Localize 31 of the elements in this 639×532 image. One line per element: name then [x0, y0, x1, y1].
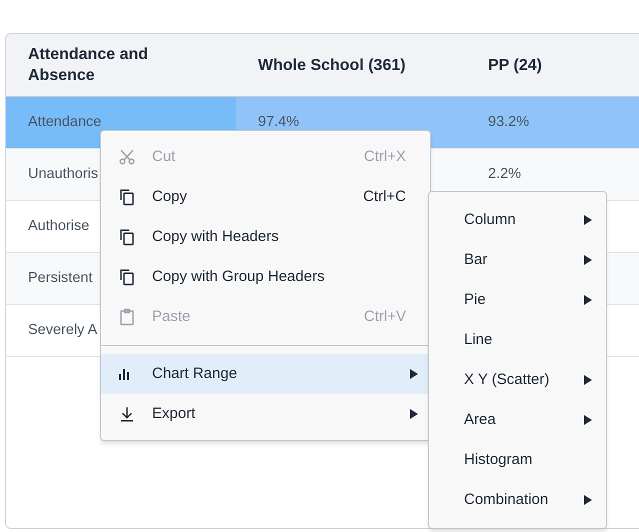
copy-icon: [118, 268, 136, 286]
table-cell-text: 2.2%: [488, 164, 522, 184]
column-header[interactable]: Whole School (361): [236, 34, 466, 96]
scissors-icon: [118, 148, 136, 166]
menu-item[interactable]: Area: [429, 400, 606, 440]
menu-item[interactable]: Pie: [429, 280, 606, 320]
menu-item[interactable]: Combination: [429, 480, 606, 520]
menu-item[interactable]: Copy Ctrl+C: [101, 177, 430, 217]
table-cell-text: Persistent: [28, 268, 92, 288]
table-cell-text: 97.4%: [258, 112, 300, 132]
copy-icon: [118, 228, 136, 246]
bar-chart-icon: [118, 368, 130, 380]
menu-item[interactable]: X Y (Scatter): [429, 360, 606, 400]
copy-icon: [118, 188, 136, 206]
menu-item[interactable]: Column: [429, 200, 606, 240]
table-cell-text: Unauthoris: [28, 164, 98, 184]
menu-item[interactable]: Copy with Group Headers: [101, 257, 430, 297]
menu-item[interactable]: Copy with Headers: [101, 217, 430, 257]
table-cell-text: Authorise: [28, 216, 90, 236]
clipboard-icon: [118, 308, 136, 326]
download-icon: [118, 405, 136, 423]
column-header[interactable]: PP (24): [466, 34, 639, 96]
column-header[interactable]: Attendance and Absence: [6, 34, 236, 96]
table-cell-text: Severely A: [28, 320, 98, 340]
menu-item[interactable]: Chart Range: [101, 354, 430, 394]
menu-item[interactable]: Bar: [429, 240, 606, 280]
menu-item[interactable]: Line: [429, 320, 606, 360]
table-cell-text: Attendance: [28, 112, 102, 132]
table-cell-text: 93.2%: [488, 112, 530, 132]
menu-item[interactable]: Histogram: [429, 440, 606, 480]
menu-item[interactable]: Export: [101, 394, 430, 434]
